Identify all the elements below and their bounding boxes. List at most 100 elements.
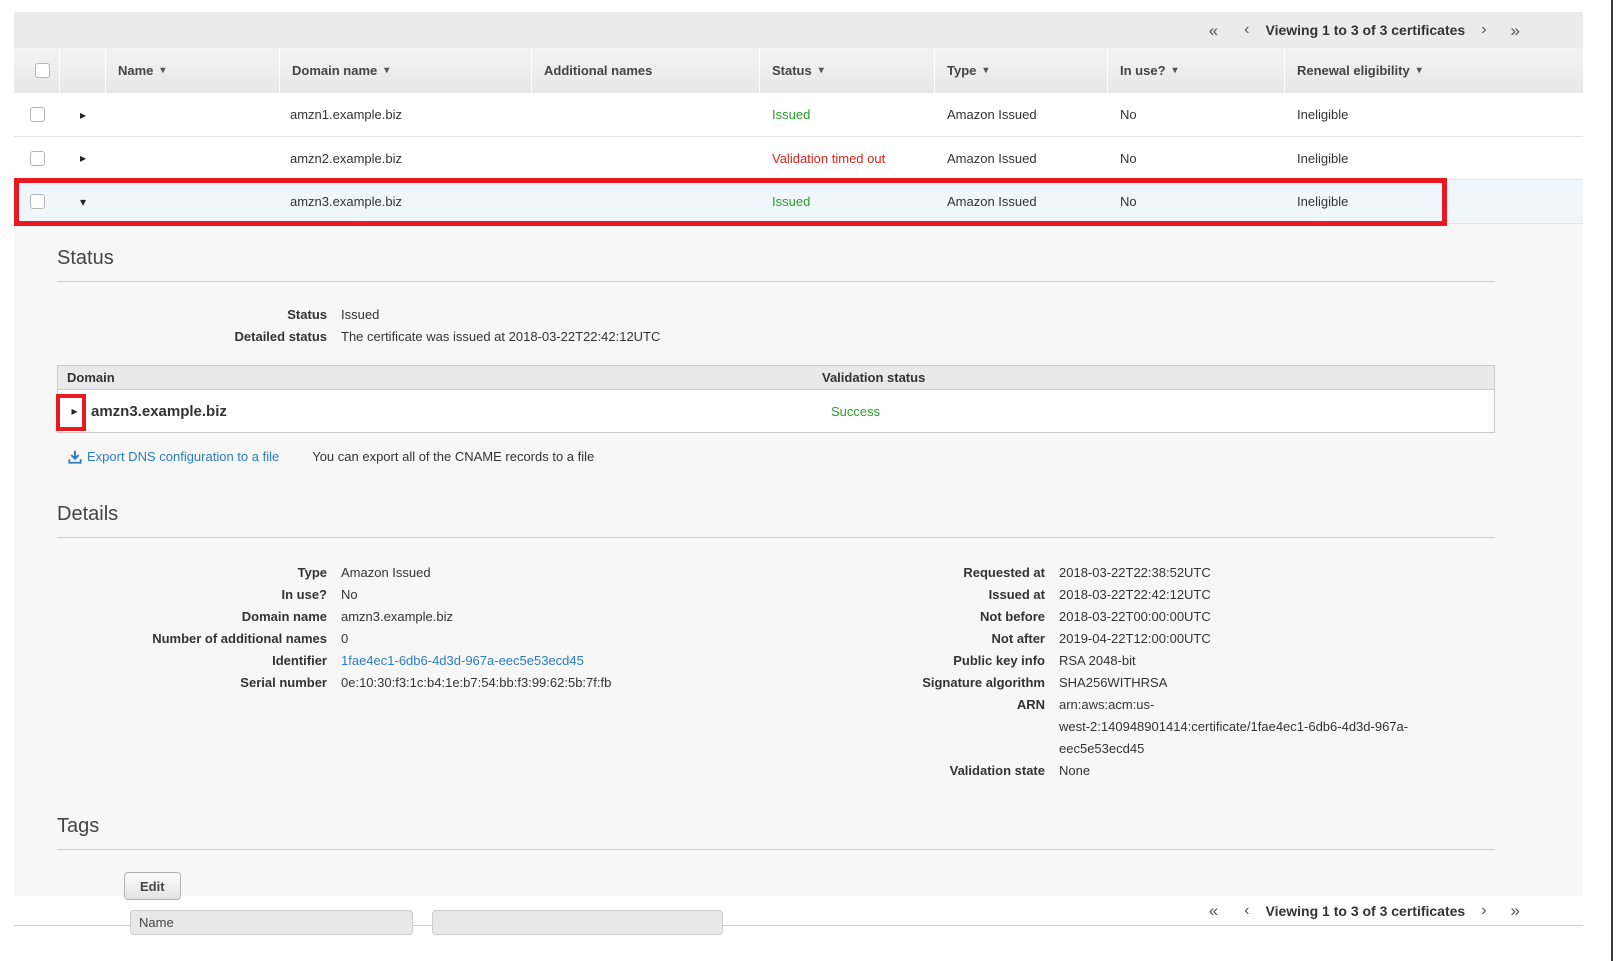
field-value: No [341,584,358,606]
pagination-label: Viewing 1 to 3 of 3 certificates [1266,903,1466,919]
cell-in-use: No [1108,194,1285,209]
validated-domain-name: amzn3.example.biz [91,403,227,420]
validation-column-status: Validation status [822,370,925,385]
cell-status: Issued [760,194,935,209]
field-value: 2019-04-22T12:00:00UTC [1059,628,1211,650]
field-label: Serial number [57,672,327,694]
field-label: Requested at [900,562,1045,584]
cell-renewal-eligibility: Ineligible [1285,107,1583,122]
first-page-icon[interactable]: « [1209,902,1218,919]
expand-row-icon[interactable]: ▸ [80,109,86,121]
status-fields: Status Issued Detailed status The certif… [57,304,1495,348]
field-label: Validation state [900,760,1045,782]
cell-type: Amazon Issued [935,151,1108,166]
cell-type: Amazon Issued [935,194,1108,209]
field-value: None [1059,760,1090,782]
column-header-in-use[interactable]: In use?▾ [1108,48,1285,93]
last-page-icon[interactable]: » [1511,22,1520,39]
column-header-domain-name[interactable]: Domain name▾ [280,48,532,93]
pagination-bar-top: « ‹ Viewing 1 to 3 of 3 certificates › » [14,12,1583,48]
row-checkbox[interactable] [30,107,45,122]
certificates-page: « ‹ Viewing 1 to 3 of 3 certificates › »… [14,12,1583,926]
expand-row-icon[interactable]: ▸ [80,152,86,164]
field-label: Issued at [900,584,1045,606]
sort-icon: ▾ [983,65,988,76]
domain-validation-row: ▸ amzn3.example.biz Success [58,390,1494,432]
certificate-detail-panel: Status Status Issued Detailed status The… [14,224,1583,896]
first-page-icon[interactable]: « [1209,22,1218,39]
validation-status-value: Success [822,404,880,419]
field-value: Issued [341,304,379,326]
previous-page-icon[interactable]: ‹ [1244,903,1249,919]
next-page-icon[interactable]: › [1481,22,1486,38]
field-label: Not before [900,606,1045,628]
identifier-link[interactable]: 1fae4ec1-6db6-4d3d-967a-eec5e53ecd45 [341,650,584,672]
collapse-row-icon[interactable]: ▾ [80,196,86,208]
column-header-type[interactable]: Type▾ [935,48,1108,93]
field-value: 2018-03-22T22:42:12UTC [1059,584,1211,606]
column-header-name[interactable]: Name▾ [106,48,280,93]
column-header-additional-names: Additional names [532,48,760,93]
select-all-checkbox[interactable] [35,63,50,78]
row-checkbox[interactable] [30,194,45,209]
status-section-title: Status [57,234,1495,282]
export-dns-link[interactable]: Export DNS configuration to a file [68,449,279,464]
field-value: 2018-03-22T22:38:52UTC [1059,562,1211,584]
cell-domain-name: amzn3.example.biz [280,194,532,209]
certificate-row-amzn2[interactable]: ▸ amzn2.example.biz Validation timed out… [14,137,1583,180]
cell-renewal-eligibility: Ineligible [1285,151,1583,166]
field-label: Status [57,304,327,326]
field-value: 2018-03-22T00:00:00UTC [1059,606,1211,628]
sort-icon: ▾ [819,65,824,76]
field-value: 0e:10:30:f3:1c:b4:1e:b7:54:bb:f3:99:62:5… [341,672,611,694]
certificates-table-header: Name▾ Domain name▾ Additional names Stat… [14,48,1583,93]
arn-value: arn:aws:acm:us- west-2:140948901414:cert… [1059,694,1408,760]
field-label: Public key info [900,650,1045,672]
cell-domain-name: amzn2.example.biz [280,151,532,166]
domain-validation-table: Domain Validation status ▸ amzn3.example… [57,365,1495,433]
cell-status: Issued [760,107,935,122]
field-label: Domain name [57,606,327,628]
header-checkbox-cell [14,48,60,93]
field-label: Number of additional names [57,628,327,650]
certificate-row-amzn3-selected[interactable]: ▾ amzn3.example.biz Issued Amazon Issued… [14,180,1583,224]
column-header-status[interactable]: Status▾ [760,48,935,93]
cell-type: Amazon Issued [935,107,1108,122]
field-value: 0 [341,628,348,650]
sort-icon: ▾ [1417,65,1422,76]
field-value: RSA 2048-bit [1059,650,1136,672]
tags-section-title: Tags [57,802,1495,850]
field-value: The certificate was issued at 2018-03-22… [341,326,660,348]
cell-status: Validation timed out [760,151,935,166]
next-page-icon[interactable]: › [1481,903,1486,919]
edit-tags-button[interactable]: Edit [124,872,181,900]
field-label: Signature algorithm [900,672,1045,694]
field-label: Not after [900,628,1045,650]
cell-domain-name: amzn1.example.biz [280,107,532,122]
details-section-title: Details [57,490,1495,538]
window-edge-line [1611,0,1613,961]
cell-in-use: No [1108,107,1285,122]
column-header-renewal-eligibility[interactable]: Renewal eligibility▾ [1285,48,1583,93]
field-label: ARN [900,694,1045,760]
field-label: In use? [57,584,327,606]
field-label: Type [57,562,327,584]
tag-value-input[interactable] [432,910,723,935]
certificate-row-amzn1[interactable]: ▸ amzn1.example.biz Issued Amazon Issued… [14,93,1583,137]
previous-page-icon[interactable]: ‹ [1244,22,1249,38]
field-label: Identifier [57,650,327,672]
last-page-icon[interactable]: » [1511,902,1520,919]
row-checkbox[interactable] [30,151,45,166]
cell-renewal-eligibility: Ineligible [1285,194,1583,209]
pagination-label: Viewing 1 to 3 of 3 certificates [1266,22,1466,38]
expand-domain-icon[interactable]: ▸ [71,405,77,417]
export-dns-hint: You can export all of the CNAME records … [312,449,594,464]
tag-name-input[interactable] [130,910,413,935]
cell-in-use: No [1108,151,1285,166]
sort-icon: ▾ [160,65,165,76]
download-icon [68,450,82,464]
header-expand-cell [60,48,106,93]
sort-icon: ▾ [384,65,389,76]
export-dns-row: Export DNS configuration to a file You c… [68,449,1495,464]
details-fields: TypeAmazon Issued In use?No Domain namea… [57,562,1495,782]
